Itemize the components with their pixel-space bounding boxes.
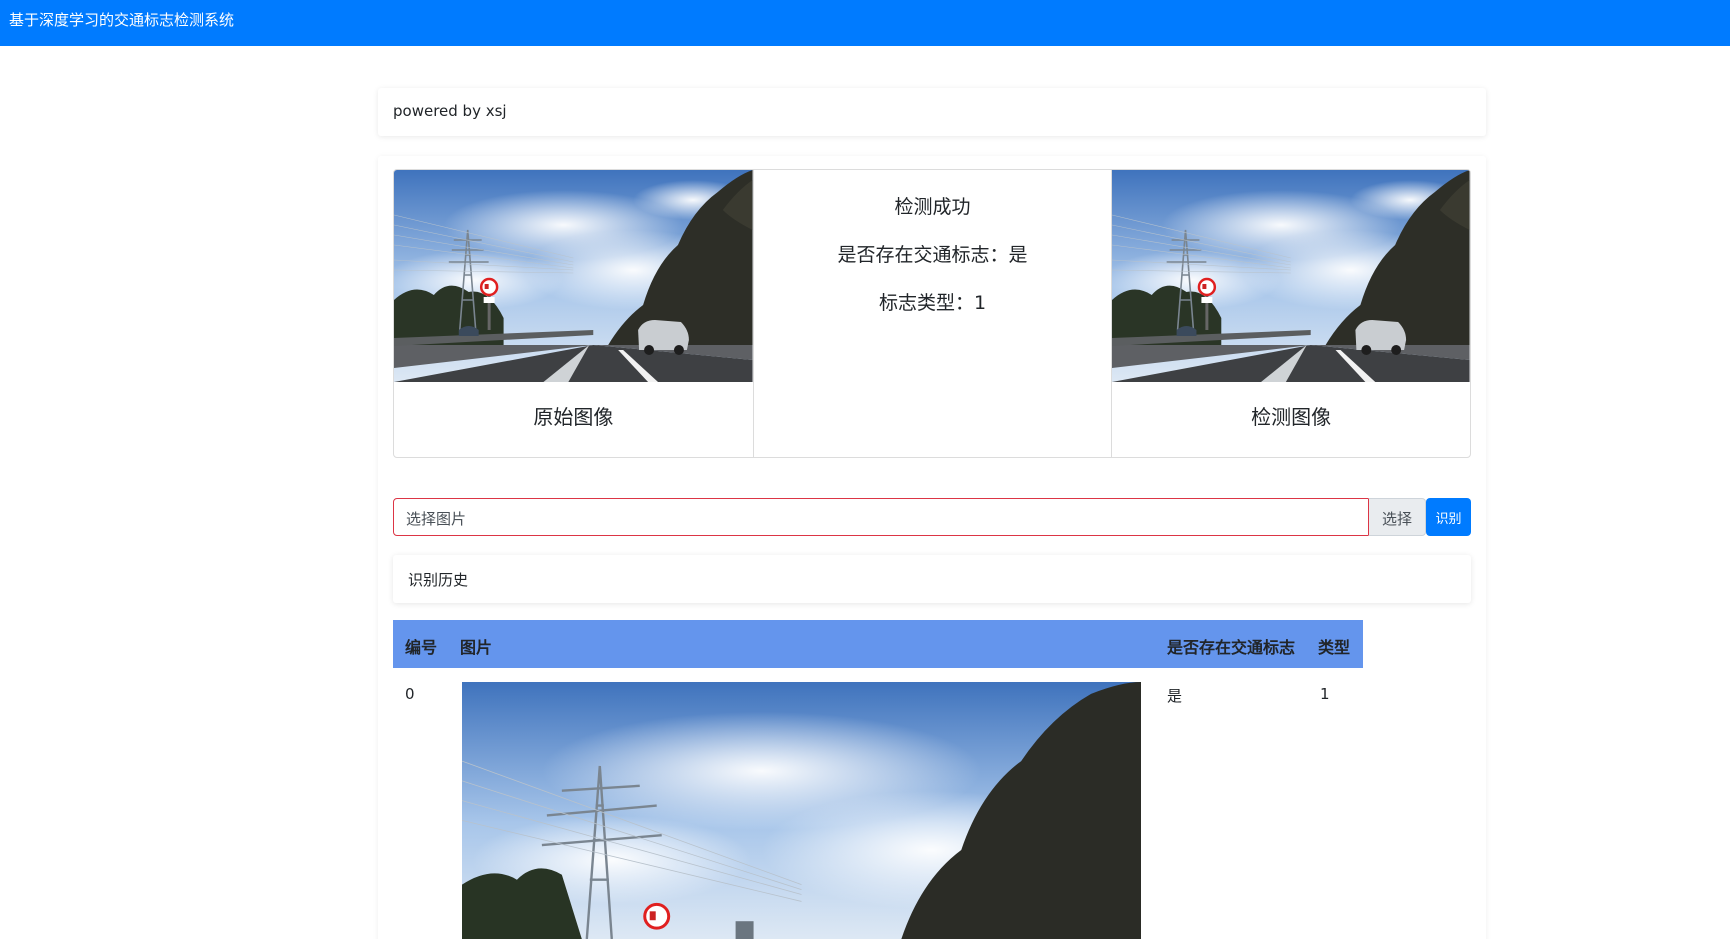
column-header-type: 类型 <box>1318 638 1351 657</box>
detection-panels: 原始图像 检测成功 是否存在交通标志：是 标志类型：1 检测图像 <box>393 169 1471 458</box>
history-title: 识别历史 <box>408 571 469 589</box>
sign-type-text: 标志类型：1 <box>878 292 987 314</box>
browse-button[interactable]: 选择 <box>1368 498 1426 536</box>
column-header-image: 图片 <box>460 638 493 657</box>
file-input-placeholder: 选择图片 <box>406 510 467 528</box>
original-caption: 原始图像 <box>533 405 614 429</box>
column-header-id: 编号 <box>405 638 438 657</box>
file-input[interactable]: 选择图片 <box>393 498 1369 536</box>
row-type: 1 <box>1320 685 1330 703</box>
sign-existence-text: 是否存在交通标志：是 <box>837 244 1028 266</box>
credit-text: powered by xsj <box>393 102 507 120</box>
identify-button[interactable]: 识别 <box>1426 498 1471 536</box>
detection-status: 检测成功 <box>894 196 971 218</box>
history-header-card: 识别历史 <box>393 555 1471 603</box>
detected-image <box>1112 170 1470 382</box>
app-title[interactable]: 基于深度学习的交通标志检测系统 <box>9 10 234 30</box>
credit-card: powered by xsj <box>378 88 1486 136</box>
row-has-sign: 是 <box>1167 687 1183 705</box>
history-table-header: 编号 图片 是否存在交通标志 类型 <box>393 620 1363 668</box>
detected-caption: 检测图像 <box>1251 405 1332 429</box>
original-panel: 原始图像 <box>394 170 753 457</box>
top-navbar: 基于深度学习的交通标志检测系统 <box>0 0 1730 46</box>
upload-row: 选择图片 选择 识别 <box>393 498 1471 536</box>
browse-label: 选择 <box>1381 510 1412 528</box>
detected-panel: 检测图像 <box>1111 170 1470 457</box>
identify-label: 识别 <box>1435 512 1462 527</box>
original-image <box>394 170 753 382</box>
result-panel: 检测成功 是否存在交通标志：是 标志类型：1 <box>752 170 1112 457</box>
row-id: 0 <box>405 685 415 703</box>
row-image <box>462 682 1141 939</box>
column-header-has-sign: 是否存在交通标志 <box>1167 638 1296 657</box>
